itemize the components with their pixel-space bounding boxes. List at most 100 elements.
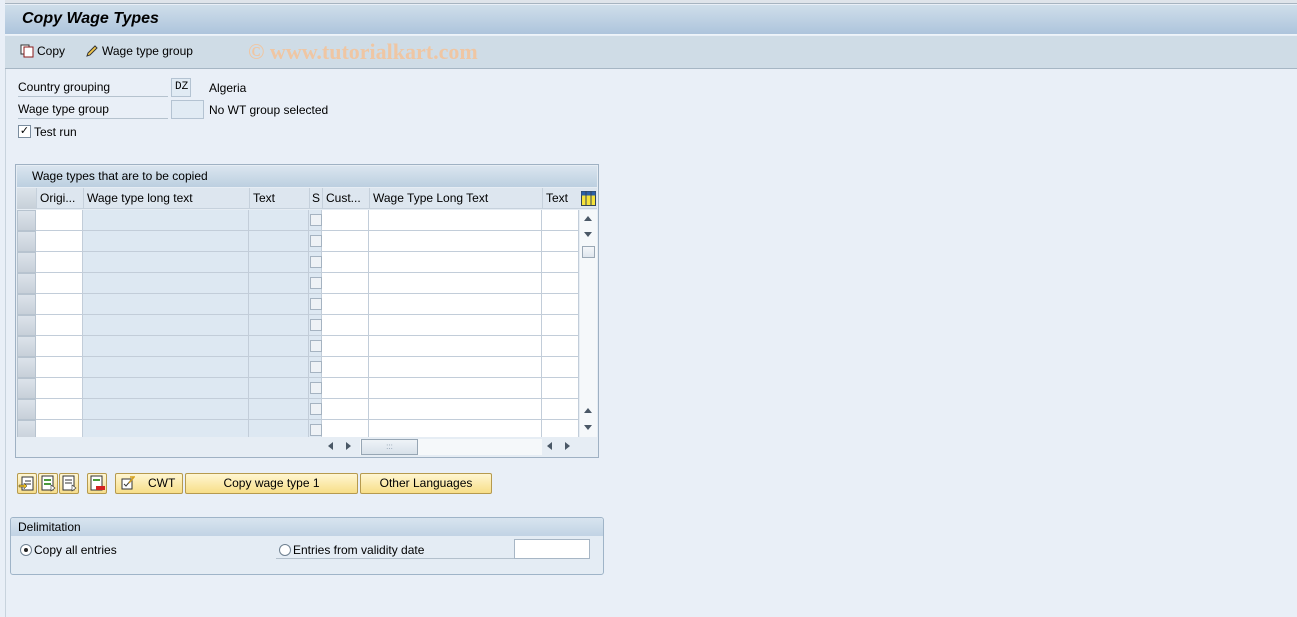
- row-selector[interactable]: [17, 357, 36, 378]
- cell-customer[interactable]: [322, 336, 369, 357]
- cell-original[interactable]: [36, 252, 83, 273]
- cell-customer[interactable]: [322, 252, 369, 273]
- cell-wage-type-long-text[interactable]: [83, 399, 249, 420]
- cell-original[interactable]: [36, 315, 83, 336]
- cell-text[interactable]: [249, 357, 309, 378]
- cell-customer[interactable]: [322, 357, 369, 378]
- scroll-left-end-icon[interactable]: [547, 442, 552, 450]
- cwt-button[interactable]: CWT: [115, 473, 183, 494]
- cell-s[interactable]: [309, 357, 322, 378]
- insert-row-button[interactable]: [17, 473, 37, 494]
- row-selector[interactable]: [17, 252, 36, 273]
- cell-wage-type-long-text-target[interactable]: [369, 294, 542, 315]
- test-run-checkbox[interactable]: ✓: [18, 125, 31, 138]
- select-block-button[interactable]: [59, 473, 79, 494]
- cell-wage-type-long-text-target[interactable]: [369, 231, 542, 252]
- cell-wage-type-long-text[interactable]: [83, 315, 249, 336]
- cell-text[interactable]: [249, 420, 309, 437]
- row-selector[interactable]: [17, 378, 36, 399]
- row-selector[interactable]: [17, 420, 36, 437]
- cell-text[interactable]: [249, 336, 309, 357]
- select-all-rows-cell[interactable]: [17, 188, 36, 209]
- row-selector[interactable]: [17, 231, 36, 252]
- other-languages-button[interactable]: Other Languages: [360, 473, 492, 494]
- cell-customer[interactable]: [322, 399, 369, 420]
- cell-wage-type-long-text-target[interactable]: [369, 252, 542, 273]
- cell-customer[interactable]: [322, 378, 369, 399]
- cell-text-target[interactable]: [542, 315, 579, 336]
- horizontal-scroll-thumb[interactable]: :::: [361, 439, 418, 455]
- copy-wage-type-button[interactable]: Copy wage type 1: [185, 473, 358, 494]
- select-all-button[interactable]: [38, 473, 58, 494]
- cell-original[interactable]: [36, 399, 83, 420]
- cell-text[interactable]: [249, 378, 309, 399]
- row-selector[interactable]: [17, 336, 36, 357]
- scroll-right-icon[interactable]: [346, 442, 351, 450]
- row-checkbox[interactable]: [310, 382, 322, 394]
- cell-s[interactable]: [309, 210, 322, 231]
- cell-s[interactable]: [309, 378, 322, 399]
- cell-wage-type-long-text-target[interactable]: [369, 315, 542, 336]
- cell-text-target[interactable]: [542, 420, 579, 437]
- cell-customer[interactable]: [322, 420, 369, 437]
- cell-text-target[interactable]: [542, 357, 579, 378]
- row-checkbox[interactable]: [310, 340, 322, 352]
- cell-wage-type-long-text[interactable]: [83, 252, 249, 273]
- cell-original[interactable]: [36, 294, 83, 315]
- cell-wage-type-long-text[interactable]: [83, 294, 249, 315]
- cell-wage-type-long-text[interactable]: [83, 336, 249, 357]
- cell-wage-type-long-text[interactable]: [83, 273, 249, 294]
- scroll-page-down-icon[interactable]: [584, 425, 592, 430]
- cell-wage-type-long-text[interactable]: [83, 210, 249, 231]
- row-checkbox[interactable]: [310, 403, 322, 415]
- scroll-up-icon[interactable]: [584, 216, 592, 221]
- cell-wage-type-long-text[interactable]: [83, 378, 249, 399]
- cell-original[interactable]: [36, 210, 83, 231]
- cell-customer[interactable]: [322, 273, 369, 294]
- cell-text-target[interactable]: [542, 231, 579, 252]
- cell-s[interactable]: [309, 315, 322, 336]
- copy-all-entries-radio[interactable]: [20, 544, 32, 556]
- cell-s[interactable]: [309, 294, 322, 315]
- entries-from-validity-date-radio[interactable]: [279, 544, 291, 556]
- wage-type-group-button[interactable]: Wage type group: [85, 44, 193, 58]
- cell-text[interactable]: [249, 294, 309, 315]
- cell-s[interactable]: [309, 231, 322, 252]
- cell-text[interactable]: [249, 252, 309, 273]
- cell-text-target[interactable]: [542, 399, 579, 420]
- cell-text-target[interactable]: [542, 273, 579, 294]
- cell-wage-type-long-text[interactable]: [83, 231, 249, 252]
- cell-customer[interactable]: [322, 315, 369, 336]
- cell-wage-type-long-text-target[interactable]: [369, 399, 542, 420]
- cell-wage-type-long-text[interactable]: [83, 357, 249, 378]
- cell-text-target[interactable]: [542, 294, 579, 315]
- column-header-s[interactable]: S: [309, 188, 322, 209]
- row-checkbox[interactable]: [310, 298, 322, 310]
- cell-s[interactable]: [309, 336, 322, 357]
- row-checkbox[interactable]: [310, 277, 322, 289]
- scroll-right-end-icon[interactable]: [565, 442, 570, 450]
- vertical-scrollbar[interactable]: [580, 210, 597, 437]
- cell-customer[interactable]: [322, 294, 369, 315]
- horizontal-scrollbar[interactable]: :::: [17, 437, 597, 456]
- table-settings-icon[interactable]: [581, 191, 596, 206]
- row-selector[interactable]: [17, 294, 36, 315]
- scroll-page-up-icon[interactable]: [584, 408, 592, 413]
- scroll-left-icon[interactable]: [328, 442, 333, 450]
- country-grouping-field[interactable]: DZ: [171, 78, 191, 97]
- cell-s[interactable]: [309, 273, 322, 294]
- row-checkbox[interactable]: [310, 424, 322, 436]
- row-checkbox[interactable]: [310, 319, 322, 331]
- cell-wage-type-long-text-target[interactable]: [369, 210, 542, 231]
- column-header-customer[interactable]: Cust...: [322, 188, 369, 209]
- cell-text-target[interactable]: [542, 336, 579, 357]
- cell-wage-type-long-text-target[interactable]: [369, 378, 542, 399]
- row-selector[interactable]: [17, 273, 36, 294]
- cell-text-target[interactable]: [542, 252, 579, 273]
- column-header-text-target[interactable]: Text: [542, 188, 579, 209]
- validity-date-input[interactable]: [514, 539, 590, 559]
- column-header-original[interactable]: Origi...: [36, 188, 83, 209]
- cell-s[interactable]: [309, 399, 322, 420]
- row-checkbox[interactable]: [310, 235, 322, 247]
- cell-original[interactable]: [36, 336, 83, 357]
